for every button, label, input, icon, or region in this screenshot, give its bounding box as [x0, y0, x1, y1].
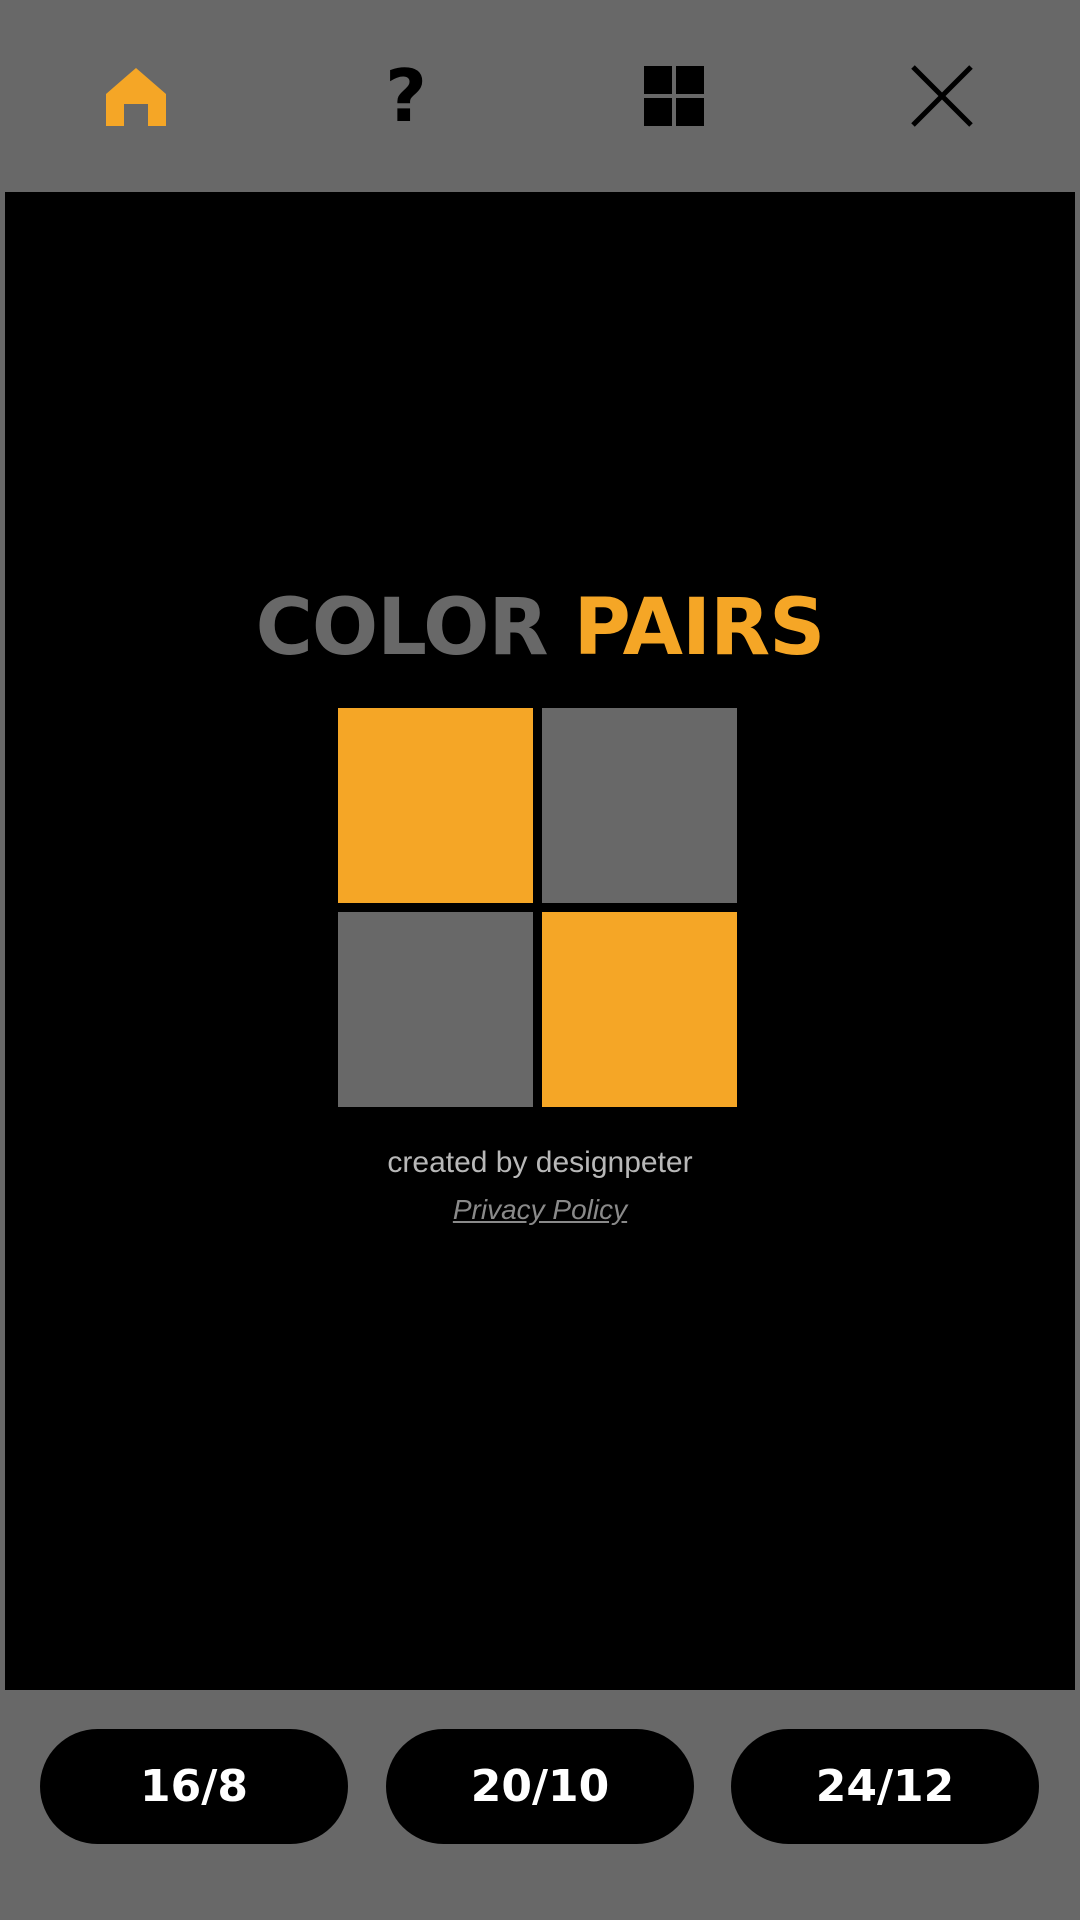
close-icon [911, 65, 973, 127]
logo-tile-gray-bottom-left [338, 912, 533, 1107]
app-title: COLOR PAIRS [5, 580, 1075, 676]
logo-tile-orange-top-left [338, 708, 533, 903]
top-toolbar: ? [0, 0, 1080, 192]
title-word-color: COLOR [255, 583, 549, 673]
mode-button-16-8[interactable]: 16/8 [40, 1729, 348, 1844]
grid-icon [644, 66, 704, 126]
app-screen: ? COLOR PAIRS created by designpeter Pri… [0, 0, 1080, 1920]
logo-tile-gray-top-right [542, 708, 737, 903]
title-word-pairs: PAIRS [573, 583, 826, 673]
home-button[interactable] [88, 48, 184, 144]
privacy-policy-link[interactable]: Privacy Policy [453, 1194, 627, 1225]
color-pairs-logo [338, 708, 742, 1112]
help-icon: ? [385, 54, 427, 138]
mode-button-20-10[interactable]: 20/10 [386, 1729, 694, 1844]
credit-text: created by designpeter [387, 1146, 693, 1179]
help-button[interactable]: ? [358, 48, 454, 144]
main-stage: COLOR PAIRS created by designpeter Priva… [5, 192, 1075, 1690]
close-button[interactable] [894, 48, 990, 144]
mode-button-24-12[interactable]: 24/12 [731, 1729, 1039, 1844]
privacy-policy-container: Privacy Policy [5, 1190, 1075, 1230]
home-icon [106, 68, 166, 126]
logo-tile-orange-bottom-right [542, 912, 737, 1107]
grid-button[interactable] [626, 48, 722, 144]
